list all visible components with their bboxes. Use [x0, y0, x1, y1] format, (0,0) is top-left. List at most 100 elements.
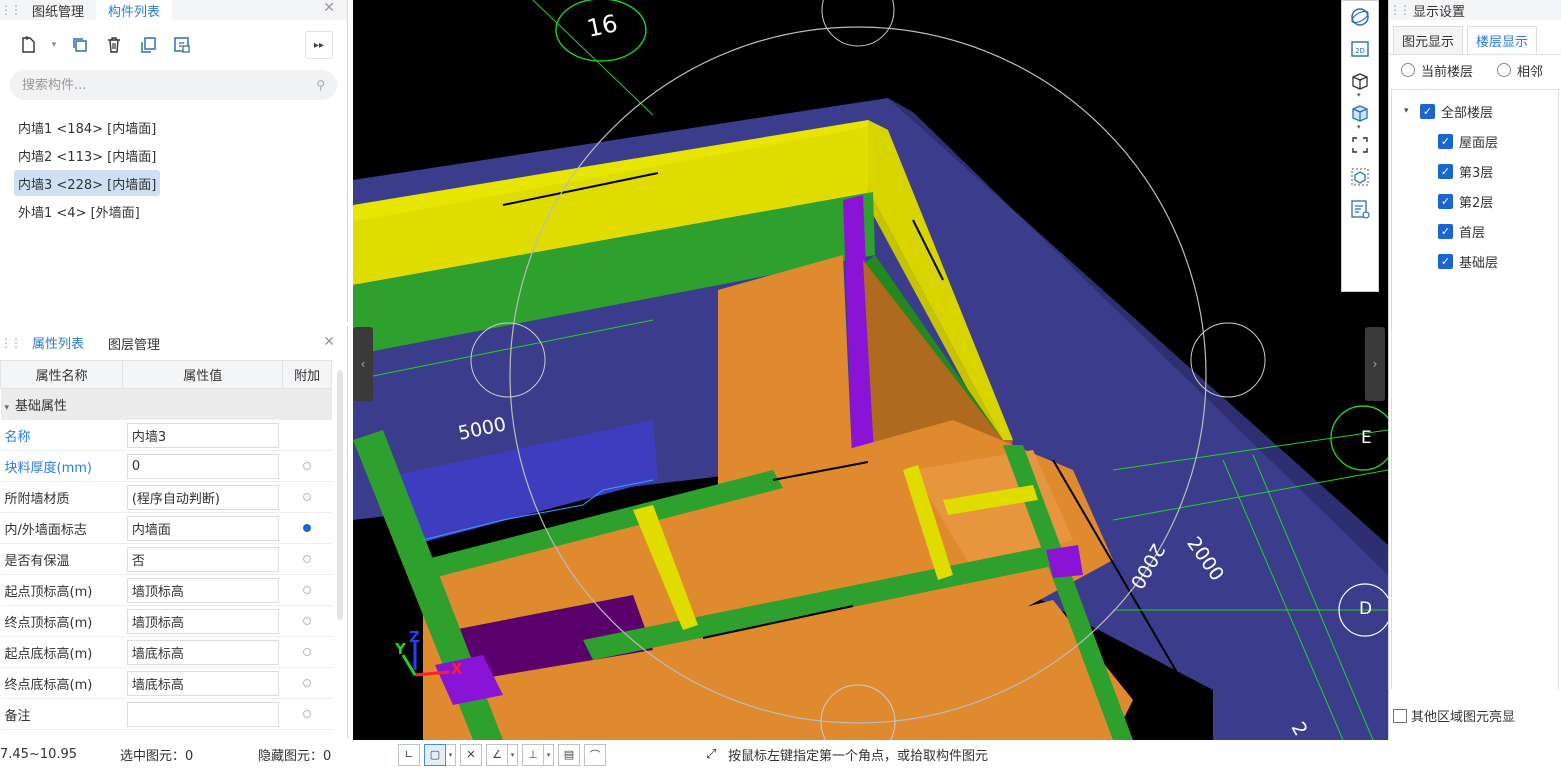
duplicate-icon[interactable]	[134, 31, 162, 59]
panel-title: 显示设置	[1413, 4, 1466, 20]
property-value-field[interactable]: 墙顶标高	[126, 608, 279, 634]
property-row[interactable]: 名称 内墙3	[0, 419, 332, 451]
orbit-icon[interactable]	[1342, 1, 1378, 33]
property-value-field[interactable]: (程序自动判断)	[126, 484, 279, 510]
fullscreen-icon[interactable]	[1342, 129, 1378, 161]
collapse-left-handle[interactable]: ‹	[353, 327, 373, 401]
more-icon[interactable]: ▸▸	[305, 31, 333, 59]
2d-icon[interactable]: 2D	[1342, 33, 1378, 65]
property-row[interactable]: 块料厚度(mm) 0	[0, 450, 332, 482]
drag-handle-icon[interactable]: ⋮⋮	[1389, 3, 1411, 17]
attach-dot-off[interactable]	[303, 462, 312, 470]
arc-icon[interactable]: ⌒	[584, 743, 606, 766]
checkbox-checked[interactable]: ✓	[1420, 103, 1435, 119]
property-name: 是否有保温	[4, 553, 70, 569]
property-row[interactable]: 起点顶标高(m) 墙顶标高	[0, 574, 332, 606]
property-row[interactable]: 起点底标高(m) 墙底标高	[0, 636, 332, 668]
tree-root[interactable]: ▾ ✓ 全部楼层	[1392, 96, 1558, 126]
property-row[interactable]: 终点顶标高(m) 墙顶标高	[0, 605, 332, 637]
tree-item[interactable]: ✓ 第3层	[1392, 156, 1558, 186]
tab-element-display[interactable]: 图元显示	[1393, 26, 1464, 54]
property-row[interactable]: 内/外墙面标志 内墙面	[0, 512, 332, 544]
tab-layer-management[interactable]: 图层管理	[96, 326, 172, 360]
attach-dot-off[interactable]	[303, 679, 312, 687]
property-value-field[interactable]: 墙底标高	[126, 639, 279, 665]
snap-icon[interactable]: ⊥	[522, 743, 544, 766]
attach-dot-off[interactable]	[303, 555, 312, 563]
orthogonal-icon[interactable]: ∟	[398, 743, 420, 766]
tree-item[interactable]: ✓ 屋面层	[1392, 126, 1558, 156]
chevron-down-icon[interactable]: ▾	[446, 743, 456, 766]
property-row[interactable]: 所附墙材质 (程序自动判断)	[0, 481, 332, 513]
list-item[interactable]: 内墙1 <184> [内墙面]	[14, 114, 160, 140]
box-select-icon[interactable]: ▢	[424, 743, 446, 766]
collapse-right-handle[interactable]: ›	[1365, 327, 1385, 401]
checkbox-checked[interactable]: ✓	[1438, 133, 1453, 149]
highlight-other-areas[interactable]: 其他区域图元亮显	[1393, 706, 1515, 725]
property-value-field[interactable]	[126, 701, 279, 727]
view-toolbar: 2D ▾ ▾	[1341, 0, 1379, 292]
tree-item[interactable]: ✓ 首层	[1392, 216, 1558, 246]
angle-icon[interactable]: ∠	[486, 743, 508, 766]
chevron-down-icon[interactable]: ▾	[544, 743, 554, 766]
attach-dot-off[interactable]	[303, 648, 312, 656]
radio-adjacent-floor[interactable]	[1497, 63, 1512, 77]
property-value-field[interactable]: 墙底标高	[126, 670, 279, 696]
property-name: 所附墙材质	[4, 491, 70, 507]
3d-box-icon[interactable]: ▾	[1342, 65, 1378, 99]
collapse-caret-icon[interactable]: ▾	[5, 403, 10, 413]
attach-dot-off[interactable]	[303, 493, 312, 501]
radio-current-floor[interactable]	[1401, 63, 1415, 77]
tab-drawing-management[interactable]: 图纸管理	[20, 0, 96, 20]
list-item-selected[interactable]: 内墙3 <228> [内墙面]	[14, 170, 161, 196]
chevron-down-icon[interactable]: ▾	[508, 743, 518, 766]
display-settings-tabs: 图元显示 楼层显示	[1389, 20, 1561, 55]
property-value-field[interactable]: 内墙面	[126, 515, 279, 541]
checkbox-checked[interactable]: ✓	[1438, 163, 1453, 179]
property-value-field[interactable]: 否	[126, 546, 279, 572]
drag-handle-icon[interactable]: ⋮⋮	[0, 336, 22, 350]
attach-dot-on[interactable]	[303, 524, 312, 532]
search-icon[interactable]: ⚲	[316, 78, 325, 92]
drag-handle-icon[interactable]: ⋮⋮	[0, 3, 22, 17]
new-icon[interactable]	[14, 31, 42, 59]
3d-viewport[interactable]: 16 5000 2000 2000 E D 2 Y Z X ‹ ›	[353, 0, 1388, 740]
property-value-field[interactable]: 内墙3	[126, 422, 279, 448]
scrollbar[interactable]	[337, 370, 343, 620]
property-row[interactable]: 备注	[0, 698, 332, 730]
list-item[interactable]: 内墙2 <113> [内墙面]	[14, 142, 160, 168]
checkbox-checked[interactable]: ✓	[1438, 253, 1453, 269]
group-label: 基础属性	[15, 398, 68, 414]
delete-icon[interactable]	[100, 31, 128, 59]
tab-floor-display[interactable]: 楼层显示	[1467, 26, 1538, 54]
list-item[interactable]: 外墙1 <4> [外墙面]	[14, 198, 144, 224]
checkbox-unchecked[interactable]	[1393, 708, 1407, 723]
attach-dot-off[interactable]	[303, 710, 312, 718]
section-box-icon[interactable]	[1342, 161, 1378, 193]
chevron-down-icon[interactable]: ▾	[1404, 106, 1414, 116]
attach-dot-off[interactable]	[303, 586, 312, 594]
property-row[interactable]: 是否有保温 否	[0, 543, 332, 575]
close-icon[interactable]: ✕	[323, 0, 335, 16]
checkbox-checked[interactable]: ✓	[1438, 193, 1453, 209]
chevron-down-icon[interactable]: ▾	[48, 31, 60, 59]
checkbox-checked[interactable]: ✓	[1438, 223, 1453, 239]
display-icon[interactable]: ▤	[558, 743, 580, 766]
attach-dot-off[interactable]	[303, 617, 312, 625]
search-input[interactable]	[22, 77, 317, 93]
tree-item[interactable]: ✓ 基础层	[1392, 246, 1558, 276]
copy-icon[interactable]	[66, 31, 94, 59]
close-icon[interactable]: ✕	[323, 334, 335, 350]
property-name: 内/外墙面标志	[4, 522, 87, 538]
group-row[interactable]: ▾ 基础属性	[0, 388, 332, 420]
property-value-field[interactable]: 0	[126, 453, 279, 479]
layer-copy-icon[interactable]	[168, 31, 196, 59]
tab-component-list[interactable]: 构件列表	[96, 0, 173, 20]
property-row[interactable]: 终点底标高(m) 墙底标高	[0, 667, 332, 699]
property-value-field[interactable]: 墙顶标高	[126, 577, 279, 603]
solid-box-icon[interactable]: ▾	[1342, 97, 1378, 131]
tree-item[interactable]: ✓ 第2层	[1392, 186, 1558, 216]
display-list-icon[interactable]	[1342, 193, 1378, 225]
tab-property-list[interactable]: 属性列表	[20, 326, 97, 360]
cross-select-icon[interactable]: ✕	[460, 743, 482, 766]
